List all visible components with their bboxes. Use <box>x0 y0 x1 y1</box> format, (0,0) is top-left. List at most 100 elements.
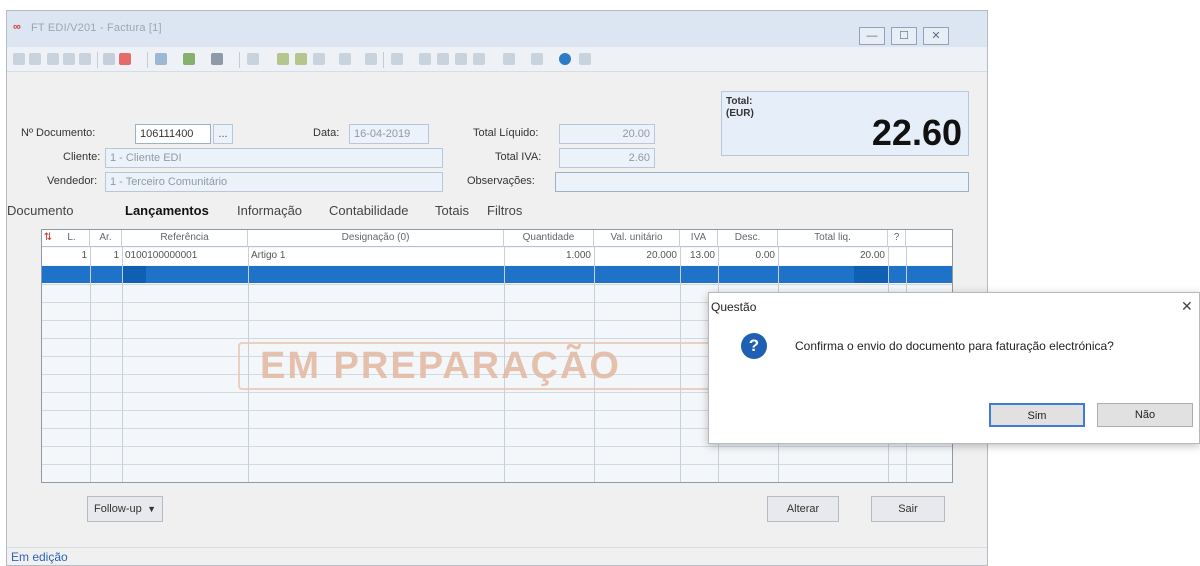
num-doc-lookup-button[interactable]: ... <box>213 124 233 144</box>
cliente-field[interactable]: 1 - Cliente EDI <box>105 148 443 168</box>
header-iva[interactable]: IVA <box>680 230 718 247</box>
total-iva-field: 2.60 <box>559 148 655 168</box>
report-icon[interactable] <box>455 53 467 65</box>
nao-button[interactable]: Não <box>1097 403 1193 427</box>
export-icon[interactable] <box>295 53 307 65</box>
grid-line <box>42 446 952 447</box>
grid-line <box>42 464 952 465</box>
cell-l: 1 <box>81 250 87 261</box>
tab-contabilidade[interactable]: Contabilidade <box>329 203 409 218</box>
cell-total-liq: 20.00 <box>859 250 885 261</box>
cell-designacao: Artigo 1 <box>251 250 286 261</box>
list-icon[interactable] <box>419 53 431 65</box>
vendedor-field[interactable]: 1 - Terceiro Comunitário <box>105 172 443 192</box>
observacoes-label: Observações: <box>467 175 535 187</box>
options-icon[interactable] <box>473 53 485 65</box>
total-liquido-label: Total Líquido: <box>473 127 539 139</box>
alterar-button[interactable]: Alterar <box>767 496 839 522</box>
more-icon[interactable] <box>579 53 591 65</box>
question-icon: ? <box>741 333 767 359</box>
sim-button[interactable]: Sim <box>989 403 1085 427</box>
header-quantidade[interactable]: Quantidade <box>504 230 594 247</box>
status-text: Em edição <box>11 550 68 564</box>
toolbar-separator <box>239 52 240 68</box>
close-window-button[interactable]: ✕ <box>923 27 949 45</box>
toolbar-separator <box>97 52 98 68</box>
grid-line <box>42 284 952 285</box>
tools-icon[interactable] <box>247 53 259 65</box>
search-icon[interactable] <box>211 53 223 65</box>
globe-icon[interactable] <box>559 53 571 65</box>
tab-totais[interactable]: Totais <box>435 203 469 218</box>
previous-page-icon[interactable] <box>29 53 41 65</box>
cell-referencia: 0100100000001 <box>125 250 198 261</box>
num-doc-field[interactable]: 106111400 <box>135 124 211 144</box>
minimize-button[interactable]: — <box>859 27 885 45</box>
cell-quantidade: 1.000 <box>565 250 591 261</box>
total-value: 22.60 <box>871 112 962 153</box>
num-doc-label: Nº Documento: <box>21 127 96 139</box>
window-title: FT EDI/V201 - Factura [1] <box>31 22 162 34</box>
toolbar-separator <box>383 52 384 68</box>
table-icon[interactable] <box>391 53 403 65</box>
observacoes-field[interactable] <box>555 172 969 192</box>
total-iva-label: Total IVA: <box>495 151 542 163</box>
sort-icon[interactable]: ⇅ <box>42 230 54 247</box>
tab-informacao[interactable]: Informação <box>237 203 302 218</box>
follow-up-button[interactable]: Follow-up ▼ <box>87 496 163 522</box>
header-l[interactable]: L. <box>54 230 90 247</box>
cell-ar: 1 <box>113 250 119 261</box>
cell-val-unitario: 20.000 <box>646 250 677 261</box>
grid-column-line <box>90 247 91 482</box>
previous-record-icon[interactable] <box>47 53 59 65</box>
header-ar[interactable]: Ar. <box>90 230 122 247</box>
date-label: Data: <box>313 127 340 139</box>
last-record-icon[interactable] <box>79 53 91 65</box>
header-designacao[interactable]: Designação (0) <box>248 230 504 247</box>
document-window: ∞ FT EDI/V201 - Factura [1] — ☐ ✕ Nº Doc… <box>6 10 988 566</box>
question-dialog: Questão ✕ ? Confirma o envio do document… <box>708 292 1200 444</box>
dialog-message: Confirma o envio do documento para fatur… <box>795 339 1114 353</box>
tab-documento[interactable]: Documento <box>7 203 73 218</box>
header-desc[interactable]: Desc. <box>718 230 778 247</box>
maximize-button[interactable]: ☐ <box>891 27 917 45</box>
cell-desc: 0.00 <box>755 250 775 261</box>
table-row[interactable]: 1 1 0100100000001 Artigo 1 1.000 20.000 … <box>42 248 952 265</box>
grid-column-line <box>122 247 123 482</box>
status-bar: Em edição <box>7 547 987 565</box>
delete-icon[interactable] <box>119 53 131 65</box>
zoom-icon[interactable] <box>503 53 515 65</box>
header-help[interactable]: ? <box>888 230 906 247</box>
tab-filtros[interactable]: Filtros <box>487 203 522 218</box>
sair-button[interactable]: Sair <box>871 496 945 522</box>
navigate-icon[interactable] <box>531 53 543 65</box>
copy-icon[interactable] <box>339 53 351 65</box>
dialog-close-icon[interactable]: ✕ <box>1181 298 1193 315</box>
next-record-icon[interactable] <box>63 53 75 65</box>
selected-cell[interactable] <box>854 266 888 283</box>
attach-icon[interactable] <box>313 53 325 65</box>
window-titlebar: ∞ FT EDI/V201 - Factura [1] — ☐ ✕ <box>7 11 987 47</box>
first-record-icon[interactable] <box>13 53 25 65</box>
new-document-icon[interactable] <box>103 53 115 65</box>
dialog-titlebar: Questão ✕ <box>709 293 1199 321</box>
header-total-liq[interactable]: Total liq. <box>778 230 888 247</box>
cliente-label: Cliente: <box>63 151 101 163</box>
date-field[interactable]: 16-04-2019 <box>349 124 429 144</box>
edit-icon[interactable] <box>155 53 167 65</box>
import-icon[interactable] <box>277 53 289 65</box>
toolbar-separator <box>147 52 148 68</box>
selected-cell[interactable] <box>122 266 146 283</box>
table-row-selected[interactable] <box>42 266 952 283</box>
tab-lancamentos[interactable]: Lançamentos <box>125 203 209 218</box>
grid-icon[interactable] <box>437 53 449 65</box>
follow-up-label: Follow-up <box>94 503 142 515</box>
vendedor-label: Vendedor: <box>47 175 98 187</box>
header-val-unitario[interactable]: Val. unitário <box>594 230 680 247</box>
header-referencia[interactable]: Referência <box>122 230 248 247</box>
dialog-title: Questão <box>711 300 757 314</box>
print-icon[interactable] <box>183 53 195 65</box>
cell-iva: 13.00 <box>689 250 715 261</box>
document-icon[interactable] <box>365 53 377 65</box>
total-label: Total: (EUR) <box>726 96 754 119</box>
